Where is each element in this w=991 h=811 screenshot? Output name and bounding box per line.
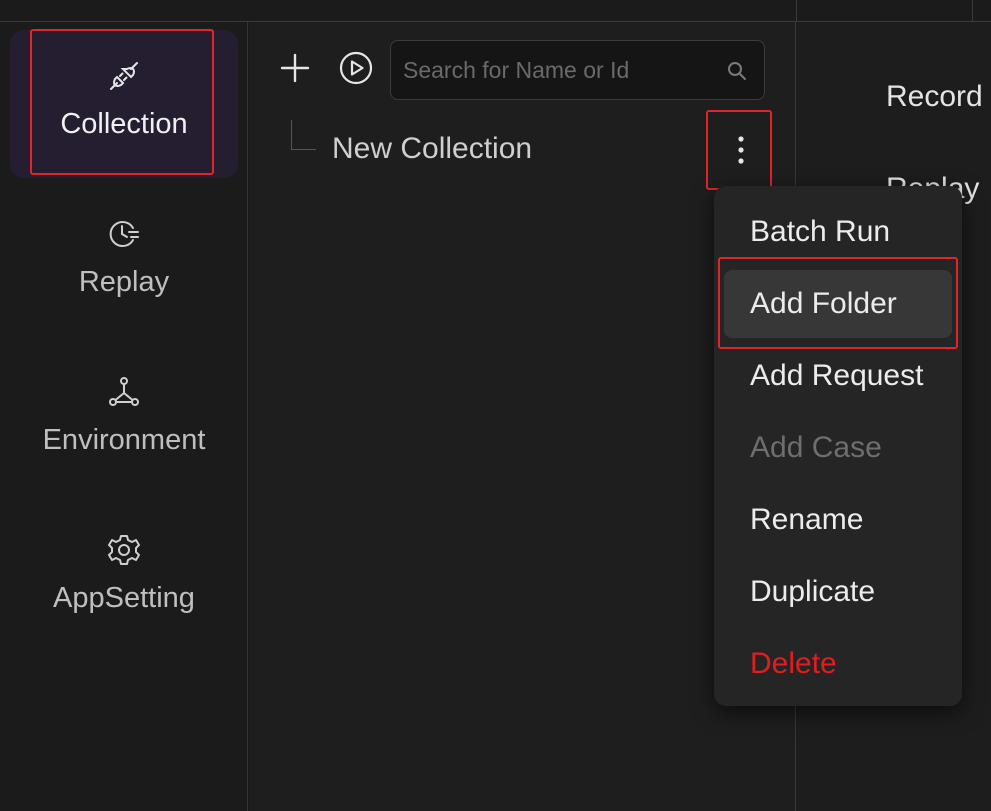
search-box xyxy=(390,40,765,100)
sidebar-item-appsetting[interactable]: AppSetting xyxy=(10,504,238,652)
kebab-menu-icon xyxy=(738,136,744,164)
gear-icon xyxy=(106,532,142,568)
top-divider xyxy=(796,0,797,22)
menu-item-rename[interactable]: Rename xyxy=(724,486,952,554)
sidebar-item-label: Collection xyxy=(60,108,188,140)
search-icon[interactable] xyxy=(726,60,748,82)
menu-item-duplicate[interactable]: Duplicate xyxy=(724,558,952,626)
play-circle-icon xyxy=(339,51,373,85)
menu-item-batch-run[interactable]: Batch Run xyxy=(724,198,952,266)
add-collection-button[interactable] xyxy=(275,48,315,88)
top-divider xyxy=(972,0,973,22)
context-menu: Batch Run Add Folder Add Request Add Cas… xyxy=(714,186,962,706)
tree-connector xyxy=(291,120,316,150)
menu-item-add-folder[interactable]: Add Folder xyxy=(724,270,952,338)
sidebar-nav: Collection Replay Environment AppSetting xyxy=(0,22,248,811)
search-input[interactable] xyxy=(403,41,713,99)
menu-item-delete[interactable]: Delete xyxy=(724,630,952,698)
sidebar-item-replay[interactable]: Replay xyxy=(10,188,238,336)
sidebar-item-label: Replay xyxy=(78,266,170,298)
window-top-bar xyxy=(0,0,991,22)
sidebar-item-collection[interactable]: Collection xyxy=(10,30,238,178)
tree-item-label[interactable]: New Collection xyxy=(332,132,532,166)
network-icon xyxy=(106,374,142,410)
sidebar-item-label: Environment xyxy=(42,424,206,456)
more-options-button[interactable] xyxy=(710,112,772,188)
right-panel-item-record[interactable]: Record xyxy=(886,80,983,114)
menu-item-add-request[interactable]: Add Request xyxy=(724,342,952,410)
sidebar-item-environment[interactable]: Environment xyxy=(10,346,238,494)
clock-list-icon xyxy=(106,216,142,252)
sidebar-item-label: AppSetting xyxy=(53,582,195,614)
plus-icon xyxy=(280,53,310,83)
menu-item-add-case: Add Case xyxy=(750,431,882,464)
run-button[interactable] xyxy=(336,48,376,88)
plug-icon xyxy=(106,58,142,94)
